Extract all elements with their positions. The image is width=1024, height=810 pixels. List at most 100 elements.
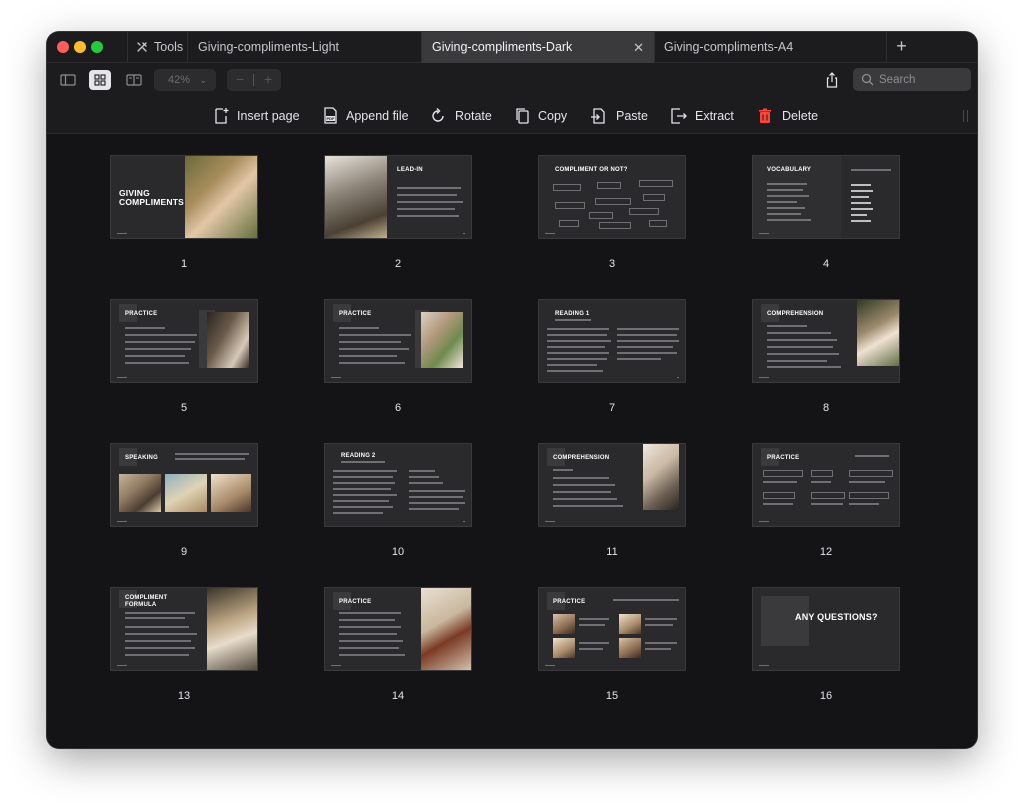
close-tab-icon[interactable]: ✕ <box>633 32 644 63</box>
slide-footer <box>117 665 127 666</box>
copy-button[interactable]: Copy <box>514 105 568 127</box>
page-number: 8 <box>822 402 830 414</box>
slide-photo <box>211 474 251 512</box>
slide-photo <box>553 638 575 658</box>
copy-label: Copy <box>538 109 568 123</box>
append-file-label: Append file <box>346 109 409 123</box>
grid-view-button[interactable] <box>89 70 111 90</box>
slide-footer <box>117 377 127 378</box>
insert-page-button[interactable]: Insert page <box>213 105 300 127</box>
slide-photo <box>643 444 679 510</box>
sidebar-toggle-button[interactable] <box>57 70 79 90</box>
slide-photo <box>119 474 161 512</box>
slide-title: PRACTICE <box>553 599 586 605</box>
sidebar-icon <box>60 74 76 86</box>
slide-footer <box>463 521 465 522</box>
slide-footer <box>545 521 555 522</box>
minimize-window-button[interactable] <box>74 41 86 53</box>
slide-footer <box>677 377 679 378</box>
tab-title: Giving-compliments-Light <box>198 40 340 54</box>
page-number: 6 <box>394 402 402 414</box>
two-page-view-button[interactable] <box>123 70 145 90</box>
slide-preview: PRACTICE <box>538 587 686 671</box>
delete-button[interactable]: Delete <box>756 105 818 127</box>
slide-preview: VOCABULARY <box>752 155 900 239</box>
slide-photo <box>325 156 387 238</box>
tab-title: Giving-compliments-A4 <box>664 40 794 54</box>
slide-preview: PRACTICE <box>110 299 258 383</box>
slide-photo <box>421 312 463 368</box>
search-icon <box>861 73 874 86</box>
tab-document-active[interactable]: Giving-compliments-Dark ✕ <box>421 32 654 63</box>
rotate-button[interactable]: Rotate <box>429 105 492 127</box>
slide-footer <box>759 377 769 378</box>
slide-preview: READING 2 <box>324 443 472 527</box>
extract-icon <box>671 108 687 124</box>
slide-title: COMPLIMENT OR NOT? <box>555 167 628 173</box>
zoom-window-button[interactable] <box>91 41 103 53</box>
page-number: 13 <box>177 690 191 702</box>
share-button[interactable] <box>823 70 841 90</box>
paste-label: Paste <box>616 109 648 123</box>
slide-footer <box>117 521 127 522</box>
slide-title: READING 1 <box>555 311 590 317</box>
slide-title: VOCABULARY <box>767 167 812 173</box>
slide-photo <box>619 638 641 658</box>
tab-tools-label: Tools <box>154 40 184 54</box>
append-file-button[interactable]: PDF Append file <box>322 105 409 127</box>
page-number: 4 <box>822 258 830 270</box>
toolbar-resize-handle[interactable] <box>963 110 968 122</box>
close-window-button[interactable] <box>57 41 69 53</box>
extract-button[interactable]: Extract <box>669 105 735 127</box>
page-number: 11 <box>606 546 618 558</box>
zoom-value: 42% <box>168 74 191 86</box>
tab-document[interactable]: Giving-compliments-A4 <box>654 32 886 63</box>
slide-preview: READING 1 <box>538 299 686 383</box>
search-input[interactable] <box>879 71 965 88</box>
tab-bar: Tools Giving-compliments-Light Giving-co… <box>47 32 977 63</box>
rotate-label: Rotate <box>455 109 492 123</box>
page-number: 2 <box>394 258 402 270</box>
slide-preview: GIVING COMPLIMENTS <box>110 155 258 239</box>
paste-button[interactable]: Paste <box>590 105 648 127</box>
slide-footer <box>759 233 769 234</box>
page-number: 1 <box>180 258 188 270</box>
page-number: 16 <box>819 690 833 702</box>
slide-photo <box>421 588 471 670</box>
page-number: 14 <box>391 690 405 702</box>
slide-preview: COMPREHENSION <box>538 443 686 527</box>
page-thumbnail-grid: GIVING COMPLIMENTS 1 LEAD-IN 2 COMPLIMEN… <box>47 134 977 748</box>
rotate-icon <box>432 108 444 122</box>
delete-label: Delete <box>782 109 819 123</box>
zoom-out-button[interactable]: − <box>236 69 244 90</box>
two-page-icon <box>126 74 142 86</box>
insert-page-label: Insert page <box>237 109 300 123</box>
slide-footer <box>759 521 769 522</box>
paste-icon <box>591 108 605 124</box>
slide-preview: PRACTICE <box>752 443 900 527</box>
slide-photo <box>207 588 257 670</box>
tab-tools[interactable]: Tools <box>127 32 187 63</box>
slide-footer <box>331 665 341 666</box>
slide-photo <box>553 614 575 634</box>
slide-title: COMPLIMENT FORMULA <box>125 595 168 608</box>
slide-title: PRACTICE <box>339 311 372 317</box>
slide-photo <box>857 300 899 366</box>
slide-preview: LEAD-IN <box>324 155 472 239</box>
search-field[interactable] <box>853 68 971 91</box>
slide-title: PRACTICE <box>339 599 372 605</box>
new-tab-button[interactable]: + <box>886 32 916 63</box>
slide-footer <box>463 233 465 234</box>
slide-title: SPEAKING <box>125 455 158 461</box>
slide-photo <box>207 312 249 368</box>
app-window: Tools Giving-compliments-Light Giving-co… <box>47 32 977 748</box>
zoom-in-button[interactable]: + <box>264 69 272 90</box>
tab-document[interactable]: Giving-compliments-Light <box>187 32 421 63</box>
zoom-select[interactable]: 42% ⌄ <box>154 69 216 91</box>
slide-title: PRACTICE <box>767 455 800 461</box>
divider <box>253 74 254 86</box>
page-number: 12 <box>819 546 833 558</box>
slide-title: PRACTICE <box>125 311 158 317</box>
extract-label: Extract <box>695 109 734 123</box>
slide-photo <box>185 156 257 238</box>
